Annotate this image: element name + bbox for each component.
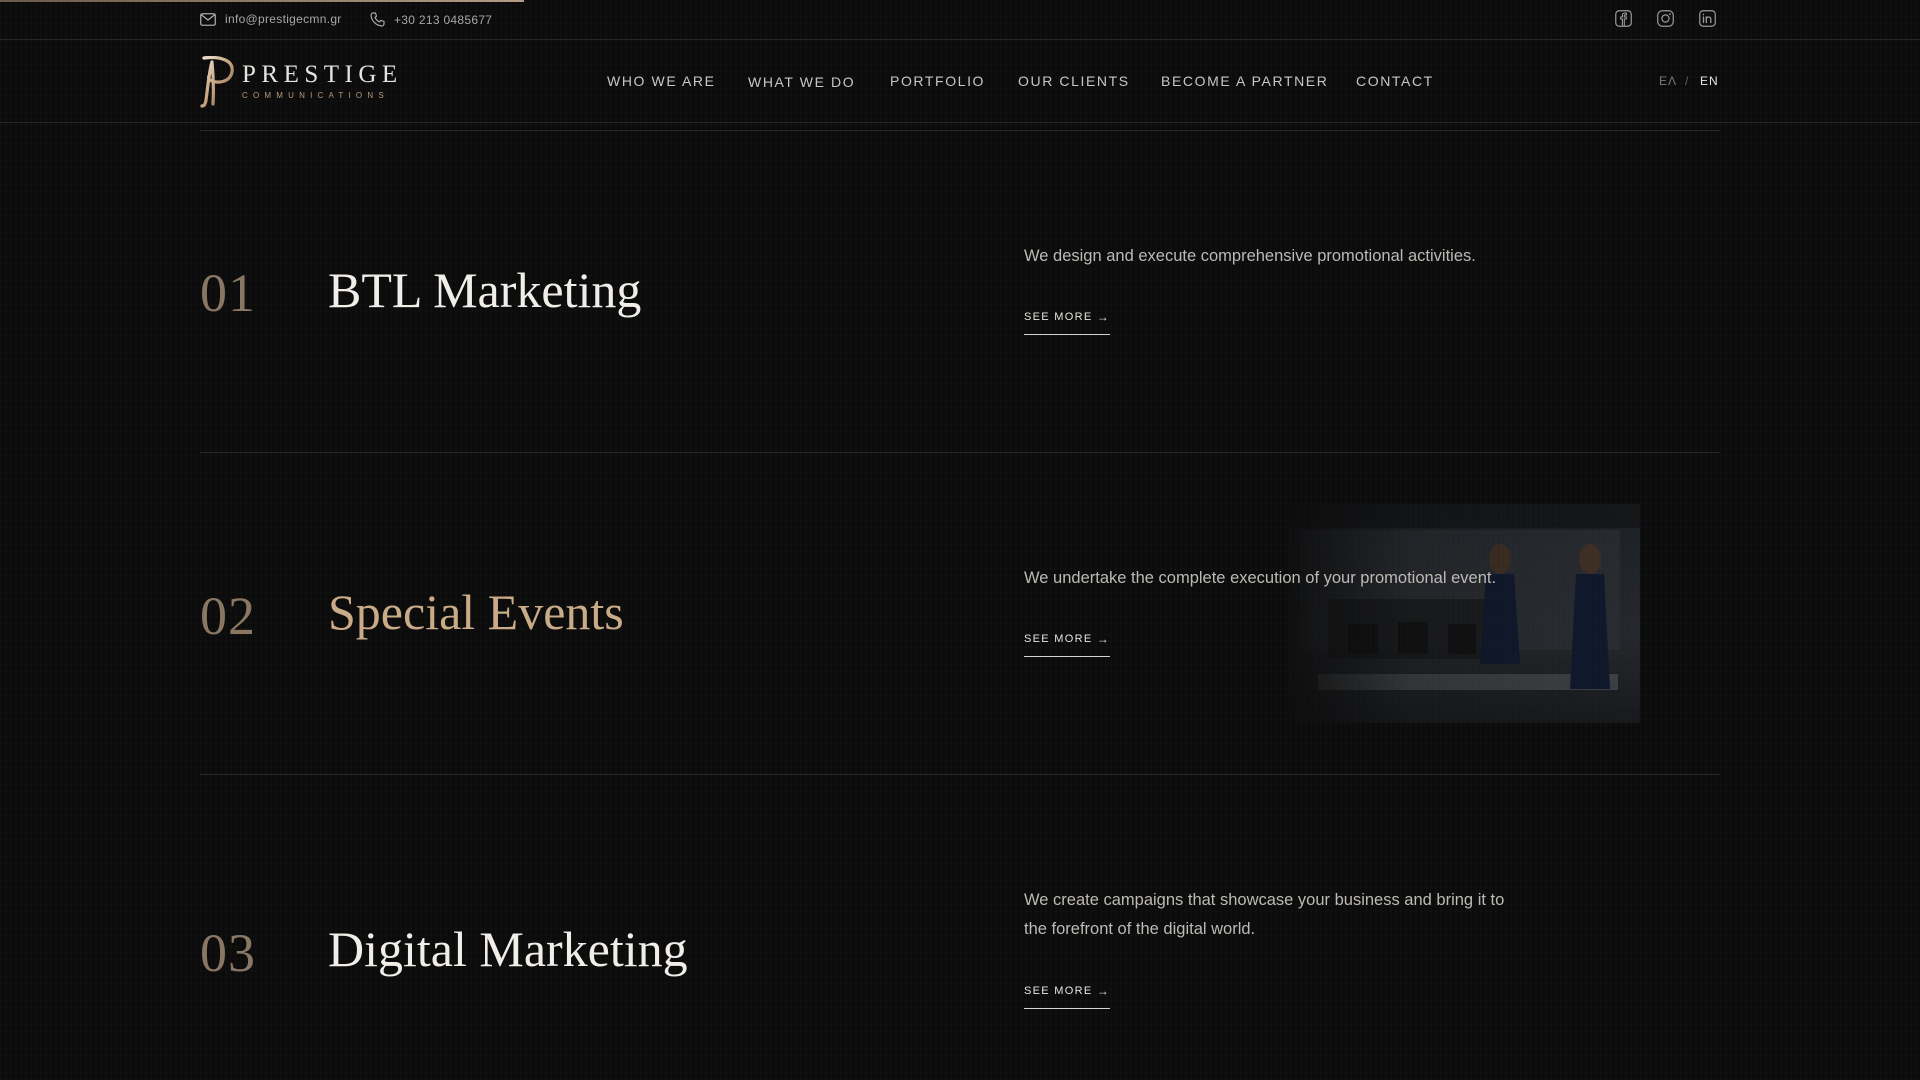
language-el[interactable]: ΕΛ [1659, 74, 1677, 88]
see-more-link[interactable]: SEE MORE → [1024, 633, 1110, 657]
arrow-right-icon: → [1096, 310, 1110, 324]
logo-subtitle: COMMUNICATIONS [242, 91, 389, 100]
service-number: 03 [200, 923, 256, 983]
logo-monogram [200, 56, 234, 108]
language-en[interactable]: EN [1700, 74, 1719, 88]
arrow-right-icon: → [1096, 984, 1110, 998]
nav-item-become-a-partner[interactable]: BECOME A PARTNER [1161, 73, 1328, 89]
top-utility-bar: info@prestigecmn.gr +30 213 0485677 [0, 0, 1920, 40]
service-title[interactable]: BTL Marketing [328, 265, 641, 315]
facebook-icon[interactable] [1614, 9, 1632, 27]
email-link[interactable]: info@prestigecmn.gr [200, 12, 342, 26]
service-number: 01 [200, 263, 256, 323]
email-text: info@prestigecmn.gr [225, 12, 342, 26]
page: info@prestigecmn.gr +30 213 0485677 PRES… [0, 0, 1920, 1080]
service-title[interactable]: Digital Marketing [328, 924, 688, 974]
service-title[interactable]: Special Events [328, 587, 624, 637]
mail-icon [200, 12, 216, 26]
service-number: 02 [200, 586, 256, 646]
special-events-photo [1288, 504, 1640, 723]
nav-item-contact[interactable]: CONTACT [1356, 73, 1434, 89]
service-description: We undertake the complete execution of y… [1024, 569, 1497, 587]
service-description: We design and execute comprehensive prom… [1024, 247, 1476, 265]
see-more-link[interactable]: SEE MORE → [1024, 985, 1110, 1009]
section-divider [200, 774, 1720, 775]
main-header: PRESTIGE COMMUNICATIONS WHO WE ARE WHAT … [0, 40, 1920, 123]
see-more-label: SEE MORE [1024, 311, 1093, 323]
section-divider [200, 130, 1720, 131]
logo[interactable]: PRESTIGE COMMUNICATIONS [200, 56, 397, 108]
phone-icon [370, 12, 385, 27]
instagram-icon[interactable] [1656, 9, 1674, 27]
see-more-label: SEE MORE [1024, 985, 1093, 997]
arrow-right-icon: → [1096, 632, 1110, 646]
linkedin-icon[interactable] [1698, 9, 1716, 27]
nav-item-our-clients[interactable]: OUR CLIENTS [1018, 73, 1130, 89]
nav-item-what-we-do[interactable]: WHAT WE DO [748, 74, 855, 90]
see-more-label: SEE MORE [1024, 633, 1093, 645]
nav-item-who-we-are[interactable]: WHO WE ARE [607, 73, 716, 89]
logo-name: PRESTIGE [242, 61, 403, 88]
section-divider [200, 452, 1720, 453]
nav-item-portfolio[interactable]: PORTFOLIO [890, 73, 985, 89]
phone-text: +30 213 0485677 [394, 12, 493, 27]
phone-link[interactable]: +30 213 0485677 [370, 12, 492, 27]
scroll-progress-bar [0, 0, 524, 2]
see-more-link[interactable]: SEE MORE → [1024, 311, 1110, 335]
service-description: We create campaigns that showcase your b… [1024, 891, 1505, 938]
language-separator: / [1685, 74, 1690, 88]
